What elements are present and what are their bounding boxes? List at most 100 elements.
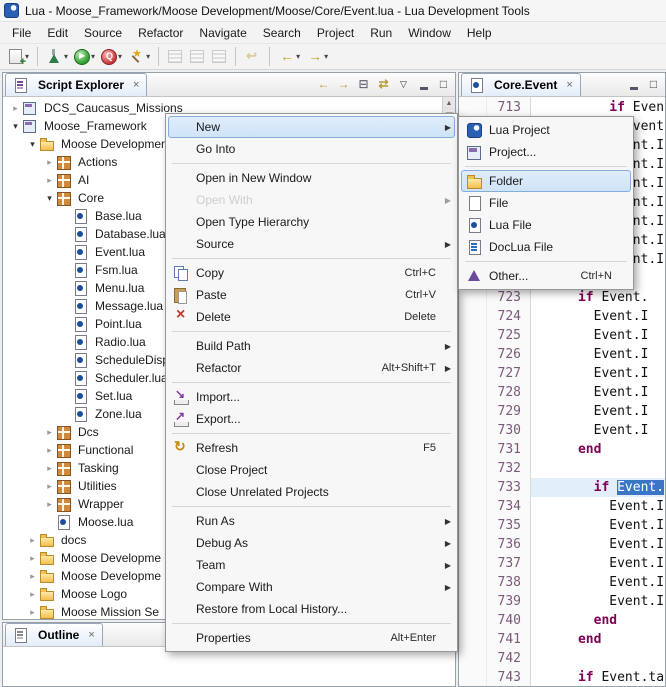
maximize-icon[interactable]	[435, 76, 452, 93]
menu-item-properties[interactable]: PropertiesAlt+Enter	[168, 627, 455, 649]
menu-item-debug-as[interactable]: Debug As▶	[168, 532, 455, 554]
menu-item-import[interactable]: Import...	[168, 386, 455, 408]
tab-script-explorer[interactable]: Script Explorer ×	[5, 73, 147, 96]
menu-item-project[interactable]: Project...	[461, 141, 631, 163]
link-with-editor-icon[interactable]	[375, 76, 392, 93]
code-line[interactable]: Event.I	[531, 573, 665, 592]
code-line[interactable]: if Event.	[531, 288, 665, 307]
expand-arrow-icon[interactable]: ▸	[43, 427, 56, 438]
menu-refactor[interactable]: Refactor	[130, 24, 191, 42]
menu-navigate[interactable]: Navigate	[191, 24, 254, 42]
expand-arrow-icon[interactable]: ▸	[26, 589, 39, 600]
code-line[interactable]: end	[531, 630, 665, 649]
forward-dropdown-icon[interactable]: ▾	[324, 52, 328, 61]
code-line[interactable]: if Event.	[531, 478, 665, 497]
menu-item-source[interactable]: Source▶	[168, 233, 455, 255]
forward-button[interactable]: ▾	[304, 47, 330, 66]
menu-item-refresh[interactable]: RefreshF5	[168, 437, 455, 459]
menu-item-build-path[interactable]: Build Path▶	[168, 335, 455, 357]
external-tools-button[interactable]: ▾	[44, 47, 70, 66]
back-dropdown-icon[interactable]: ▾	[296, 52, 300, 61]
scroll-up-icon[interactable]: ▲	[443, 97, 455, 110]
expand-arrow-icon[interactable]: ▸	[9, 103, 22, 114]
menu-item-open-type-hierarchy[interactable]: Open Type Hierarchy	[168, 211, 455, 233]
code-line[interactable]: Event.I	[531, 345, 665, 364]
code-line[interactable]	[531, 459, 665, 478]
code-line[interactable]: Event.I	[531, 592, 665, 611]
menu-item-open-in-new-window[interactable]: Open in New Window	[168, 167, 455, 189]
menu-item-folder[interactable]: Folder	[461, 170, 631, 192]
menu-item-doclua-file[interactable]: DocLua File	[461, 236, 631, 258]
code-line[interactable]: end	[531, 611, 665, 630]
code-line[interactable]: Event.I	[531, 554, 665, 573]
back-icon[interactable]	[315, 76, 332, 93]
expand-arrow-icon[interactable]: ▸	[43, 499, 56, 510]
menu-item-export[interactable]: Export...	[168, 408, 455, 430]
menu-run[interactable]: Run	[362, 24, 400, 42]
expand-arrow-icon[interactable]: ▸	[26, 535, 39, 546]
code-line[interactable]: Event.I	[531, 516, 665, 535]
menu-window[interactable]: Window	[400, 24, 459, 42]
code-line[interactable]: Event.I	[531, 383, 665, 402]
code-line[interactable]: Event.I	[531, 497, 665, 516]
menu-item-lua-file[interactable]: Lua File	[461, 214, 631, 236]
menu-item-close-unrelated-projects[interactable]: Close Unrelated Projects	[168, 481, 455, 503]
menu-item-close-project[interactable]: Close Project	[168, 459, 455, 481]
close-icon[interactable]: ×	[88, 629, 94, 641]
menu-edit[interactable]: Edit	[39, 24, 76, 42]
expand-arrow-icon[interactable]: ▸	[43, 445, 56, 456]
expand-arrow-icon[interactable]: ▸	[26, 571, 39, 582]
menu-item-restore-from-local-history[interactable]: Restore from Local History...	[168, 598, 455, 620]
new-button[interactable]: ▾	[5, 47, 31, 66]
menu-search[interactable]: Search	[255, 24, 309, 42]
menu-item-run-as[interactable]: Run As▶	[168, 510, 455, 532]
menu-item-lua-project[interactable]: Lua Project	[461, 119, 631, 141]
code-line[interactable]: Event.I	[531, 402, 665, 421]
coverage-button[interactable]: ▾	[99, 48, 124, 66]
collapse-all-icon[interactable]	[355, 76, 372, 93]
code-line[interactable]	[531, 649, 665, 668]
run-button[interactable]: ▾	[72, 48, 97, 66]
menu-help[interactable]: Help	[459, 24, 500, 42]
code-line[interactable]: Event.I	[531, 421, 665, 440]
code-line[interactable]: end	[531, 440, 665, 459]
menu-item-compare-with[interactable]: Compare With▶	[168, 576, 455, 598]
tab-outline[interactable]: Outline ×	[5, 623, 103, 646]
expand-arrow-icon[interactable]: ▸	[43, 463, 56, 474]
menu-project[interactable]: Project	[309, 24, 362, 42]
menu-item-other[interactable]: Other...Ctrl+N	[461, 265, 631, 287]
menu-item-team[interactable]: Team▶	[168, 554, 455, 576]
minimize-icon[interactable]	[625, 76, 642, 93]
menu-item-copy[interactable]: CopyCtrl+C	[168, 262, 455, 284]
menu-item-paste[interactable]: PasteCtrl+V	[168, 284, 455, 306]
collapse-arrow-icon[interactable]: ▾	[43, 193, 56, 204]
code-line[interactable]: Event.I	[531, 307, 665, 326]
maximize-icon[interactable]	[645, 76, 662, 93]
menu-source[interactable]: Source	[76, 24, 130, 42]
expand-arrow-icon[interactable]: ▸	[43, 157, 56, 168]
expand-arrow-icon[interactable]: ▸	[43, 175, 56, 186]
forward-icon[interactable]	[335, 76, 352, 93]
run-dropdown-icon[interactable]: ▾	[91, 52, 95, 61]
external-tools-dropdown-icon[interactable]: ▾	[64, 52, 68, 61]
collapse-arrow-icon[interactable]: ▾	[26, 139, 39, 150]
minimize-icon[interactable]	[415, 76, 432, 93]
code-line[interactable]: Event.I	[531, 326, 665, 345]
code-line[interactable]: Event.I	[531, 364, 665, 383]
expand-arrow-icon[interactable]: ▸	[26, 607, 39, 618]
view-menu-icon[interactable]	[395, 76, 412, 93]
coverage-dropdown-icon[interactable]: ▾	[118, 52, 122, 61]
new-wizard-dropdown-icon[interactable]: ▾	[146, 52, 150, 61]
expand-arrow-icon[interactable]: ▸	[43, 481, 56, 492]
menu-item-refactor[interactable]: RefactorAlt+Shift+T▶	[168, 357, 455, 379]
close-icon[interactable]: ×	[133, 79, 139, 91]
code-line[interactable]: if Event.In	[531, 98, 665, 117]
menu-item-file[interactable]: File	[461, 192, 631, 214]
menu-file[interactable]: File	[4, 24, 39, 42]
code-line[interactable]: Event.I	[531, 535, 665, 554]
menu-item-new[interactable]: New▶	[168, 116, 455, 138]
close-icon[interactable]: ×	[566, 79, 572, 91]
back-button[interactable]: ▾	[276, 47, 302, 66]
tab-core-event[interactable]: Core.Event ×	[461, 73, 581, 96]
new-wizard-button[interactable]: ▾	[126, 47, 152, 66]
